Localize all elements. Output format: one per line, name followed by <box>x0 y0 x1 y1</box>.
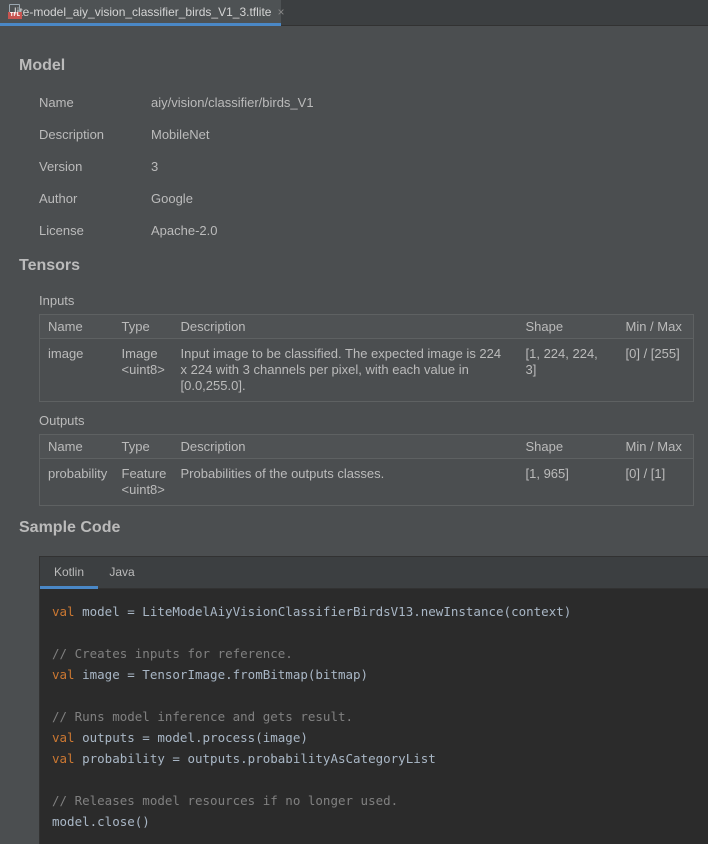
column-header: Shape <box>517 314 618 339</box>
code-keyword: val <box>52 730 75 745</box>
code-editor[interactable]: val model = LiteModelAiyVisionClassifier… <box>40 589 708 844</box>
tensors-heading: Tensors <box>19 257 81 274</box>
tab-java[interactable]: Java <box>98 557 146 589</box>
tab-kotlin[interactable]: Kotlin <box>40 557 98 589</box>
code-line: // Releases model resources if no longer… <box>52 790 708 811</box>
column-header: Min / Max <box>617 314 694 339</box>
column-header: Shape <box>517 434 618 459</box>
column-header: Name <box>39 434 114 459</box>
model-version-label: Version <box>39 159 83 174</box>
code-line: val image = TensorImage.fromBitmap(bitma… <box>52 664 708 685</box>
code-comment: // Runs model inference and gets result. <box>52 709 354 724</box>
model-name-value: aiy/vision/classifier/birds_V1 <box>151 95 314 110</box>
model-license-value: Apache-2.0 <box>151 223 218 238</box>
tensor-shape: [1, 965] <box>517 458 618 506</box>
code-line: // Creates inputs for reference. <box>52 643 708 664</box>
inputs-label: Inputs <box>39 293 75 308</box>
model-license-label: License <box>39 223 84 238</box>
tensor-description: Input image to be classified. The expect… <box>172 338 518 402</box>
tensor-description: Probabilities of the outputs classes. <box>172 458 518 506</box>
code-comment: // Releases model resources if no longer… <box>52 793 399 808</box>
model-heading: Model <box>19 57 66 74</box>
code-line: val model = LiteModelAiyVisionClassifier… <box>52 601 708 622</box>
code-text: image = TensorImage.fromBitmap(bitmap) <box>74 667 369 682</box>
inputs-table: Name Type Description Shape Min / Max im… <box>39 314 694 402</box>
column-header: Name <box>39 314 114 339</box>
tensor-name: image <box>39 338 114 402</box>
code-keyword: val <box>52 751 75 766</box>
editor-tab-bar: TFL lite-model_aiy_vision_classifier_bir… <box>0 0 708 26</box>
tensor-type: Feature <uint8> <box>113 458 173 506</box>
code-comment: // Creates inputs for reference. <box>52 646 293 661</box>
column-header: Type <box>113 434 173 459</box>
code-text: outputs = model.process(image) <box>74 730 308 745</box>
code-line: val outputs = model.process(image) <box>52 727 708 748</box>
column-header: Type <box>113 314 173 339</box>
model-author-label: Author <box>39 191 78 206</box>
column-header: Min / Max <box>617 434 694 459</box>
code-text: model.close() <box>52 814 150 829</box>
close-icon[interactable]: × <box>277 5 284 19</box>
outputs-label: Outputs <box>39 413 85 428</box>
tensor-shape: [1, 224, 224, 3] <box>517 338 618 402</box>
tensor-minmax: [0] / [1] <box>617 458 694 506</box>
code-line: model.close() <box>52 811 708 832</box>
table-header-row: Name Type Description Shape Min / Max <box>39 314 694 339</box>
outputs-table: Name Type Description Shape Min / Max pr… <box>39 434 694 506</box>
code-text: probability = outputs.probabilityAsCateg… <box>74 751 436 766</box>
table-row: probability Feature <uint8> Probabilitie… <box>39 458 694 506</box>
model-version-value: 3 <box>151 159 159 174</box>
code-keyword: val <box>52 604 75 619</box>
model-name-label: Name <box>39 95 74 110</box>
column-header: Description <box>172 434 518 459</box>
code-line: val probability = outputs.probabilityAsC… <box>52 748 708 769</box>
table-header-row: Name Type Description Shape Min / Max <box>39 434 694 459</box>
code-line: // Runs model inference and gets result. <box>52 706 708 727</box>
code-text: model = LiteModelAiyVisionClassifierBird… <box>74 604 572 619</box>
tensor-name: probability <box>39 458 114 506</box>
model-author-value: Google <box>151 191 193 206</box>
tensor-minmax: [0] / [255] <box>617 338 694 402</box>
editor-tab-title: lite-model_aiy_vision_classifier_birds_V… <box>14 4 272 19</box>
model-description-label: Description <box>39 127 105 142</box>
editor-tab[interactable]: TFL lite-model_aiy_vision_classifier_bir… <box>0 0 284 26</box>
column-header: Description <box>172 314 518 339</box>
sample-code-heading: Sample Code <box>19 519 121 536</box>
code-tab-bar: Kotlin Java <box>40 557 708 589</box>
code-keyword: val <box>52 667 75 682</box>
tensor-type: Image <uint8> <box>113 338 173 402</box>
sample-code-panel: Kotlin Java val model = LiteModelAiyVisi… <box>39 556 708 844</box>
table-row: image Image <uint8> Input image to be cl… <box>39 338 694 402</box>
model-description-value: MobileNet <box>151 127 210 142</box>
